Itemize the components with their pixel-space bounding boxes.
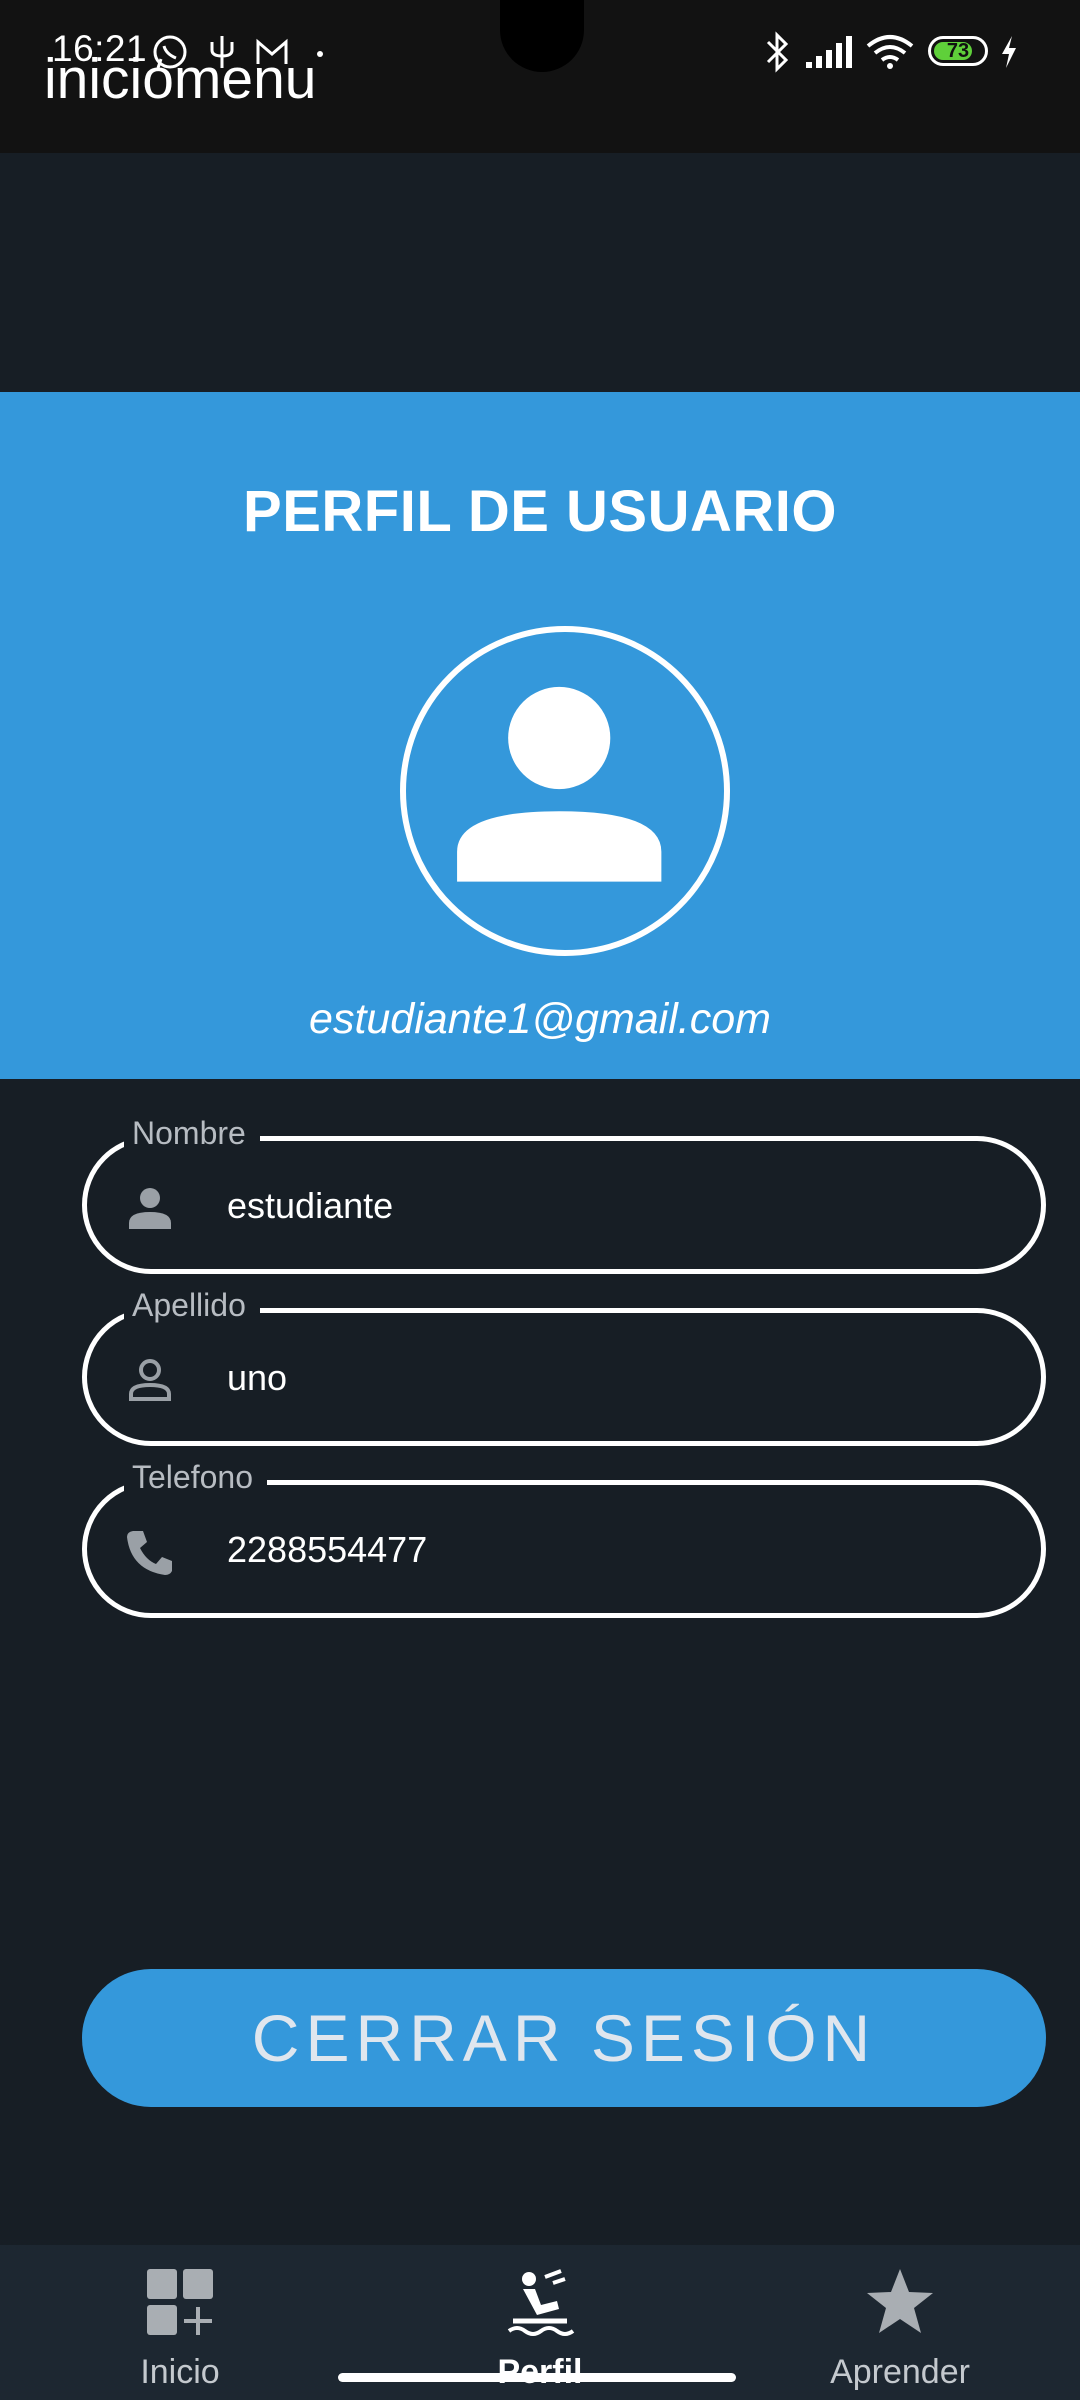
nav-label-aprender: Aprender	[830, 2353, 970, 2391]
bluetooth-icon	[766, 31, 789, 73]
logout-button[interactable]: CERRAR SESIÓN	[82, 1969, 1046, 2107]
nombre-label: Nombre	[124, 1111, 260, 1155]
telefono-input[interactable]	[227, 1515, 987, 1585]
person-outline-icon	[129, 1359, 171, 1401]
nav-label-inicio: Inicio	[140, 2353, 220, 2391]
page-title: PERFIL DE USUARIO	[243, 479, 837, 544]
apellido-field[interactable]: Apellido	[82, 1283, 1046, 1446]
nombre-field[interactable]: Nombre	[82, 1111, 1046, 1274]
avatar	[400, 626, 730, 956]
apellido-input[interactable]	[227, 1343, 987, 1413]
battery-icon: 73	[928, 36, 988, 66]
apellido-label: Apellido	[124, 1283, 260, 1327]
home-indicator[interactable]	[338, 2373, 736, 2382]
charging-icon	[1002, 36, 1016, 68]
phone-icon	[127, 1531, 172, 1575]
nav-item-aprender[interactable]: Aprender	[750, 2245, 1050, 2400]
kitesurfing-icon	[507, 2269, 575, 2336]
user-email: estudiante1@gmail.com	[309, 995, 771, 1043]
camera-notch	[500, 0, 584, 72]
app-title: iniciomenu	[44, 47, 317, 111]
person-filled-icon	[129, 1188, 171, 1229]
nombre-input[interactable]	[227, 1171, 987, 1241]
nav-item-inicio[interactable]: Inicio	[30, 2245, 330, 2400]
battery-level: 73	[946, 39, 970, 62]
person-icon	[457, 686, 662, 882]
wifi-icon	[866, 35, 914, 69]
telefono-label: Telefono	[124, 1455, 267, 1499]
star-icon	[867, 2269, 933, 2333]
dashboard-add-icon	[147, 2269, 213, 2335]
telefono-field[interactable]: Telefono	[82, 1455, 1046, 1618]
status-bar: 16:21 iniciomenu 73	[0, 0, 1080, 153]
signal-icon	[806, 36, 852, 68]
